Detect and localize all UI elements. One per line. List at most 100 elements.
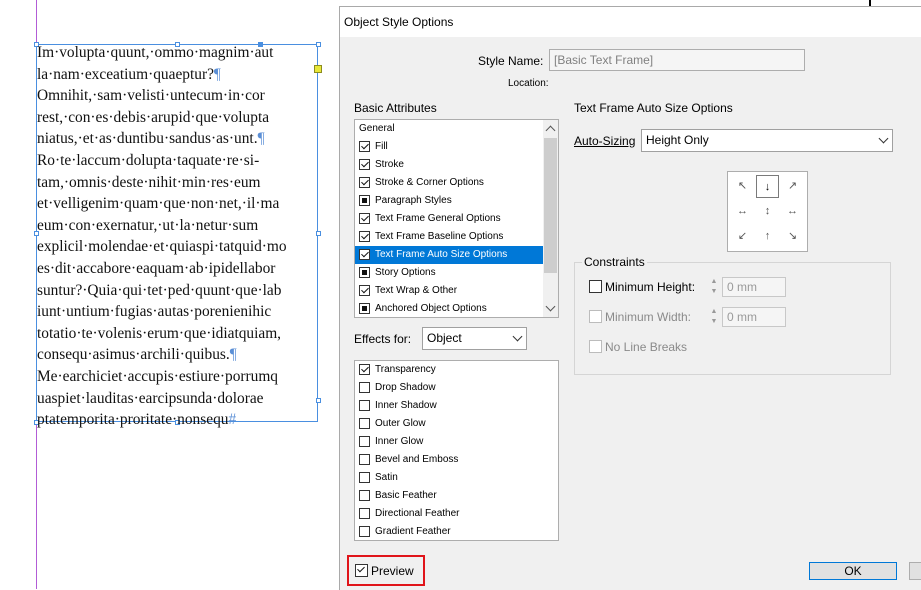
arrow-bottomright-icon[interactable]: ↘ [781, 225, 804, 248]
minimum-height-field[interactable]: 0 mm [722, 277, 786, 297]
pilcrow: ¶ [229, 346, 237, 364]
list-item[interactable]: Anchored Object Options [355, 300, 545, 317]
document-canvas[interactable]: Im·volupta·quunt,·ommo·magnim·aut la·nam… [0, 0, 340, 589]
list-item[interactable]: General [355, 120, 545, 138]
checkbox[interactable] [359, 454, 370, 465]
checkbox[interactable] [359, 213, 370, 224]
dialog-titlebar[interactable]: Object Style Options [340, 7, 921, 37]
checkbox[interactable] [359, 285, 370, 296]
arrow-midright-icon[interactable]: ↔ [781, 200, 804, 223]
text-line: Omnihit,·sam·velisti·untecum·in·cor [37, 87, 265, 105]
list-item[interactable]: Text Frame General Options [355, 210, 545, 228]
list-item[interactable]: Transparency [355, 361, 558, 379]
style-name-field[interactable]: [Basic Text Frame] [549, 49, 805, 71]
list-item[interactable]: Story Options [355, 264, 545, 282]
pilcrow: ¶ [257, 130, 265, 148]
arrow-topleft-icon[interactable]: ↖ [731, 175, 754, 198]
checkbox[interactable] [359, 382, 370, 393]
minimum-height-stepper[interactable]: ▲ ▼ [708, 277, 720, 297]
effects-for-label: Effects for: [354, 332, 412, 346]
checkbox[interactable] [359, 472, 370, 483]
chevron-up-icon[interactable] [545, 125, 556, 136]
checkbox[interactable] [359, 436, 370, 447]
cancel-button[interactable] [909, 562, 921, 580]
preview-label: Preview [371, 564, 414, 578]
reference-point-grid[interactable]: ↖ ↓ ↗ ↔ ↕ ↔ ↙ ↑ ↘ [727, 171, 808, 252]
dialog-title: Object Style Options [344, 15, 454, 29]
auto-size-section-heading: Text Frame Auto Size Options [574, 101, 733, 115]
story-text[interactable]: Im·volupta·quunt,·ommo·magnim·aut la·nam… [37, 42, 340, 431]
text-line: totatio·te·volenis·erum·que·idiatquiam, [37, 324, 282, 342]
minimum-width-checkbox[interactable] [589, 310, 602, 323]
list-item[interactable]: Drop Shadow [355, 379, 558, 397]
auto-sizing-label: Auto-Sizing [574, 134, 635, 148]
ok-button[interactable]: OK [809, 562, 897, 580]
arrow-bottomleft-icon[interactable]: ↙ [731, 225, 754, 248]
arrow-topcenter-icon[interactable]: ↓ [756, 175, 779, 198]
list-item[interactable]: Stroke [355, 156, 545, 174]
text-line: la·nam·exceatium·quaeptur? [37, 65, 214, 83]
checkbox[interactable] [359, 249, 370, 260]
chevron-down-icon [878, 133, 889, 144]
minimum-height-label: Minimum Height: [605, 280, 696, 294]
checkbox[interactable] [359, 231, 370, 242]
effects-list[interactable]: Transparency Drop Shadow Inner Shadow Ou… [354, 360, 559, 541]
minimum-width-field[interactable]: 0 mm [722, 307, 786, 327]
effects-for-select[interactable]: Object [422, 327, 527, 350]
minimum-width-label: Minimum Width: [605, 310, 692, 324]
list-item[interactable]: Inner Shadow [355, 397, 558, 415]
arrow-midleft-icon[interactable]: ↔ [731, 200, 754, 223]
no-line-breaks-checkbox[interactable] [589, 340, 602, 353]
checkbox[interactable] [359, 303, 370, 314]
checkbox[interactable] [359, 177, 370, 188]
minimum-width-stepper[interactable]: ▲ ▼ [708, 307, 720, 327]
list-item[interactable]: Fill [355, 138, 545, 156]
checkbox[interactable] [359, 141, 370, 152]
checkbox[interactable] [359, 267, 370, 278]
text-line: iunt·untium·fugias·autas·porenienihic [37, 303, 272, 321]
list-item[interactable]: Paragraph Styles [355, 192, 545, 210]
list-item[interactable]: Stroke & Corner Options [355, 174, 545, 192]
text-line: uaspiet·lauditas·earcipsunda·dolorae [37, 389, 264, 407]
list-item[interactable]: Bevel and Emboss [355, 451, 558, 469]
preview-label-text: Preview [371, 564, 414, 578]
list-scrollbar[interactable] [543, 120, 558, 317]
effects-for-value: Object [427, 331, 462, 345]
arrow-topright-icon[interactable]: ↗ [781, 175, 804, 198]
text-line: explicil·molendae·et·quiaspi·tatquid·mo [37, 238, 287, 256]
list-item[interactable]: Gradient Feather [355, 523, 558, 540]
constraints-heading: Constraints [582, 255, 647, 269]
preview-checkbox[interactable] [355, 564, 368, 577]
checkbox[interactable] [359, 508, 370, 519]
auto-sizing-select[interactable]: Height Only [641, 129, 893, 152]
checkbox[interactable] [359, 195, 370, 206]
arrow-center-icon[interactable]: ↕ [756, 200, 779, 223]
checkbox[interactable] [359, 526, 370, 537]
scrollbar-thumb[interactable] [544, 138, 557, 273]
list-item-selected[interactable]: Text Frame Auto Size Options [355, 246, 545, 264]
list-item[interactable]: Satin [355, 469, 558, 487]
checkbox[interactable] [359, 418, 370, 429]
text-line: suntur?·Quia·qui·tet·ped·quunt·que·lab [37, 281, 282, 299]
list-item[interactable]: Text Wrap & Other [355, 282, 545, 300]
chevron-down-icon[interactable] [545, 301, 556, 312]
checkbox[interactable] [359, 159, 370, 170]
list-item[interactable]: Outer Glow [355, 415, 558, 433]
text-line: et·velligenim·quam·que·non·net,·il·ma [37, 195, 280, 213]
checkbox[interactable] [359, 400, 370, 411]
checkbox[interactable] [359, 490, 370, 501]
list-item[interactable]: Basic Feather [355, 487, 558, 505]
text-line: Me·earchiciet·accupis·estiure·porrumq [37, 367, 278, 385]
text-line: Im·volupta·quunt,·ommo·magnim·aut [37, 44, 274, 61]
list-item[interactable]: Inner Glow [355, 433, 558, 451]
list-item[interactable]: Directional Feather [355, 505, 558, 523]
checkbox[interactable] [359, 364, 370, 375]
basic-attributes-list[interactable]: General Fill Stroke Stroke & Corner Opti… [354, 119, 559, 318]
minimum-height-checkbox[interactable] [589, 280, 602, 293]
auto-sizing-value: Height Only [646, 133, 709, 147]
auto-sizing-label-text: Auto-Sizing [574, 134, 636, 148]
list-item[interactable]: Text Frame Baseline Options [355, 228, 545, 246]
text-line: eum·con·exernatur,·ut·la·netur·sum [37, 216, 259, 234]
pilcrow: ¶ [213, 65, 221, 83]
arrow-bottomcenter-icon[interactable]: ↑ [756, 225, 779, 248]
